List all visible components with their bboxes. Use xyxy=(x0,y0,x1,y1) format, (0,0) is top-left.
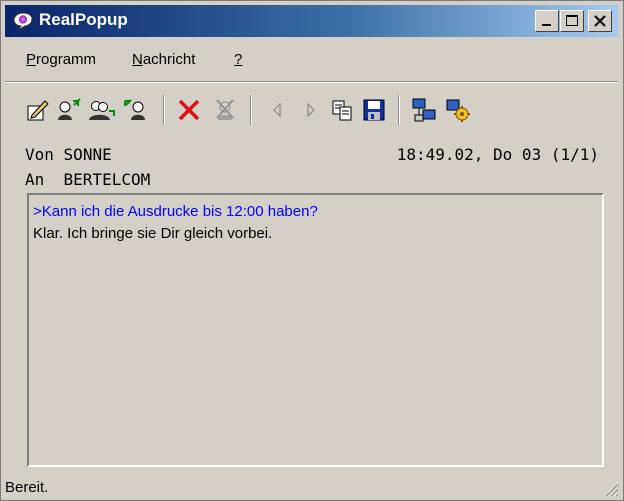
resize-grip-icon[interactable] xyxy=(601,479,619,497)
menu-bar: Programm Nachricht ? xyxy=(5,39,618,82)
app-icon xyxy=(13,12,33,31)
settings-button[interactable] xyxy=(443,95,473,125)
forward-button[interactable] xyxy=(121,95,151,125)
from-row: Von SONNE xyxy=(25,145,112,164)
minimize-button[interactable] xyxy=(535,10,559,32)
title-bar[interactable]: RealPopup xyxy=(5,5,618,37)
menu-separator xyxy=(5,82,618,83)
reply-button[interactable] xyxy=(54,95,84,125)
to-row: An BERTELCOM xyxy=(25,170,150,189)
reply-icon xyxy=(58,98,81,120)
reply-all-icon xyxy=(89,101,115,120)
menu-programm[interactable]: Programm xyxy=(26,51,96,68)
to-label: An xyxy=(25,170,45,189)
from-label: Von xyxy=(25,145,54,164)
previous-icon xyxy=(273,102,281,118)
to-value: BERTELCOM xyxy=(63,170,151,189)
new-message-icon xyxy=(27,100,49,121)
toolbar xyxy=(5,87,618,135)
menu-help[interactable]: ? xyxy=(234,51,242,68)
next-button[interactable] xyxy=(295,95,325,125)
message-timestamp: 18:49.02, Do 03 (1/1) xyxy=(396,145,599,164)
copy-button[interactable] xyxy=(327,95,357,125)
delete-all-button[interactable] xyxy=(210,95,240,125)
delete-button[interactable] xyxy=(174,95,204,125)
delete-icon xyxy=(178,99,200,121)
new-message-button[interactable] xyxy=(23,95,53,125)
reply-all-button[interactable] xyxy=(87,95,117,125)
forward-icon xyxy=(124,99,145,120)
message-text-area[interactable]: >Kann ich die Ausdrucke bis 12:00 haben?… xyxy=(27,193,604,467)
network-button[interactable] xyxy=(409,95,439,125)
window-title: RealPopup xyxy=(39,10,128,29)
settings-icon xyxy=(446,99,470,122)
close-button[interactable] xyxy=(588,10,612,32)
menu-nachricht[interactable]: Nachricht xyxy=(132,51,195,68)
copy-icon xyxy=(332,100,352,121)
maximize-icon xyxy=(566,15,578,26)
status-text: Bereit. xyxy=(5,479,49,496)
save-icon xyxy=(363,99,385,121)
delete-all-icon xyxy=(216,99,234,120)
toolbar-separator xyxy=(398,95,400,125)
minimize-icon xyxy=(542,24,551,26)
quoted-text: >Kann ich die Ausdrucke bis 12:00 haben? xyxy=(33,203,318,220)
close-icon xyxy=(594,15,606,27)
next-icon xyxy=(307,102,315,118)
maximize-button[interactable] xyxy=(560,10,584,32)
previous-button[interactable] xyxy=(263,95,293,125)
save-button[interactable] xyxy=(359,95,389,125)
message-body: Klar. Ich bringe sie Dir gleich vorbei. xyxy=(33,225,273,242)
from-value: SONNE xyxy=(63,145,112,164)
app-window: RealPopup Programm Nachricht ? Von SONNE… xyxy=(0,0,624,501)
status-bar: Bereit. xyxy=(1,473,623,500)
network-icon xyxy=(412,98,436,122)
toolbar-separator xyxy=(250,95,252,125)
toolbar-separator xyxy=(163,95,165,125)
